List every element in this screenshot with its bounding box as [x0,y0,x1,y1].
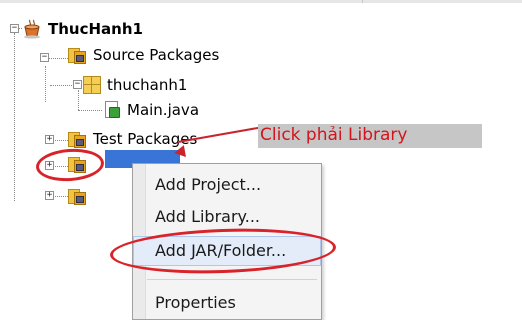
tree-guide [50,85,74,86]
tree-guide [48,58,68,59]
coffee-cup-icon [22,19,42,39]
menu-item-add-library[interactable]: Add Library... [133,202,321,232]
expand-toggle[interactable]: + [45,191,54,200]
divider-tick [362,0,363,3]
annotation-text: Click phải Library [260,125,408,145]
menu-item-properties[interactable]: Properties [133,288,321,318]
tree-guide [78,110,102,111]
menu-item-label: Add Project... [155,175,262,194]
package-icon [83,76,101,94]
java-file-icon [103,101,121,119]
project-name: ThucHanh1 [48,20,143,38]
top-border [0,0,522,3]
annotation-arrow-head [173,145,186,159]
tree-node-test-libraries[interactable] [67,186,87,206]
tree-guide [45,66,46,102]
tree-guide [78,90,79,110]
menu-item-label: Properties [155,293,236,312]
collapse-toggle[interactable]: − [10,24,19,33]
menu-item-add-project[interactable]: Add Project... [133,170,321,200]
tree-guide [14,33,15,201]
expand-toggle[interactable]: + [45,135,54,144]
source-packages-label: Source Packages [93,46,220,64]
collapse-toggle[interactable]: − [73,80,82,89]
highlight-ellipse-libraries [34,146,106,184]
annotation-note: Click phải Library [258,124,482,148]
tree-node-project[interactable]: ThucHanh1 [22,19,143,39]
library-folder-icon [67,187,87,205]
package-label: thuchanh1 [107,76,188,94]
package-folder-icon [67,130,87,148]
menu-item-label: Add Library... [155,207,260,226]
tree-node-source-packages[interactable]: Source Packages [67,45,219,65]
tree-node-package[interactable]: thuchanh1 [83,75,187,95]
file-label: Main.java [127,101,200,119]
package-folder-icon [67,46,87,64]
tree-node-file[interactable]: Main.java [103,100,199,120]
menu-separator [147,279,317,280]
collapse-toggle[interactable]: − [40,53,49,62]
